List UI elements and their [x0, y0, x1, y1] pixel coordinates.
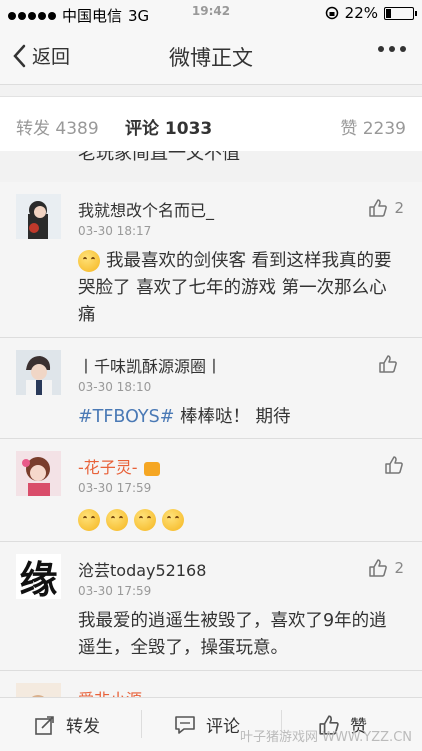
comment-time: 03-30 18:17 [78, 224, 152, 238]
thumbs-up-icon [369, 199, 388, 217]
repost-icon [35, 715, 54, 735]
lock-rotation-icon [325, 6, 338, 20]
comment-time: 03-30 17:59 [78, 584, 152, 598]
like-button[interactable] [384, 455, 404, 475]
smile-emoji-icon [106, 509, 128, 531]
vip-badge-icon [143, 461, 160, 476]
avatar[interactable]: 缘 [16, 554, 61, 599]
repost-button[interactable]: 转发 [34, 712, 100, 737]
thumbs-up-icon [385, 456, 403, 474]
more-icon[interactable] [378, 46, 406, 52]
like-count: 2 [394, 559, 404, 577]
comment-time: 03-30 18:10 [78, 380, 152, 394]
avatar[interactable] [16, 194, 61, 239]
comment-item[interactable]: 我就想改个名而已_ 03-30 18:17 2 我最喜欢的剑侠客 看到这样我真的… [0, 182, 422, 338]
smile-emoji-icon [78, 509, 100, 531]
bottom-toolbar: 转发 评论 赞 叶子猪游戏网 WWW.YZZ.CN [0, 697, 422, 751]
tab-like[interactable]: 赞 2239 [340, 114, 406, 139]
thumbs-up-icon [379, 355, 397, 373]
avatar[interactable] [16, 451, 61, 496]
status-bar: 中国电信 3G 19:42 22% [0, 0, 422, 28]
comment-button[interactable]: 评论 [174, 712, 240, 737]
kiss-emoji-icon [162, 509, 184, 531]
comment-icon [175, 715, 195, 734]
comment-text: 我最喜欢的剑侠客 看到这样我真的要哭脸了 喜欢了七年的游戏 第一次那么心痛 [78, 250, 392, 325]
crying-emoji-icon [78, 250, 100, 272]
comment-item[interactable]: 缘 沧芸today52168 03-30 17:59 2 我最爱的逍遥生被毁了，… [0, 542, 422, 671]
thumbs-up-icon [369, 559, 388, 577]
like-button[interactable]: 2 [368, 558, 404, 578]
comment-list[interactable]: 老玩家简直一文不值 我就想改个名而已_ 03-30 18:17 2 我最喜欢的剑… [0, 151, 422, 697]
comment-item[interactable]: -花子灵- 03-30 17:59 [0, 439, 422, 542]
detail-tabs: 转发 4389 评论 1033 赞 2239 [0, 96, 422, 152]
smile-emoji-icon [134, 509, 156, 531]
partial-comment-text: 老玩家简直一文不值 [78, 151, 240, 164]
comment-username[interactable]: 爱非小源 [78, 686, 142, 697]
comment-username[interactable]: -花子灵- [78, 454, 160, 478]
comment-username[interactable]: 沧芸today52168 [78, 557, 206, 581]
comment-text: 我最爱的逍遥生被毁了，喜欢了9年的逍遥生，全毁了，操蛋玩意。 [78, 611, 387, 658]
watermark: 叶子猪游戏网 WWW.YZZ.CN [239, 730, 412, 745]
comment-username[interactable]: 我就想改个名而已_ [78, 197, 214, 221]
tab-repost[interactable]: 转发 4389 [16, 114, 99, 139]
repost-label: 转发 [66, 717, 100, 737]
like-button[interactable]: 2 [368, 198, 404, 218]
comment-text: #TFBOYS# 棒棒哒！ 期待 [78, 407, 291, 427]
comment-item[interactable]: 丨千味凯酥源源圈丨 03-30 18:10 #TFBOYS# 棒棒哒！ 期待 [0, 338, 422, 439]
avatar[interactable] [16, 683, 61, 697]
comment-time: 03-30 17:59 [78, 481, 152, 495]
like-button[interactable] [378, 354, 404, 374]
page-title: 微博正文 [169, 46, 253, 70]
nav-bar: 返回 微博正文 [0, 28, 422, 85]
hashtag-link[interactable]: #TFBOYS# [78, 407, 174, 427]
tab-comment[interactable]: 评论 1033 [125, 114, 212, 139]
battery-percent: 22% [344, 4, 378, 22]
avatar[interactable] [16, 350, 61, 395]
comment-label: 评论 [206, 717, 240, 737]
comment-username[interactable]: 丨千味凯酥源源圈丨 [78, 353, 222, 377]
avatar-calligraphy: 缘 [19, 557, 58, 599]
like-count: 2 [394, 199, 404, 217]
comment-text [78, 507, 404, 534]
divider [141, 710, 142, 738]
battery-icon [384, 6, 417, 20]
comment-item[interactable]: 爱非小源 [0, 671, 422, 697]
